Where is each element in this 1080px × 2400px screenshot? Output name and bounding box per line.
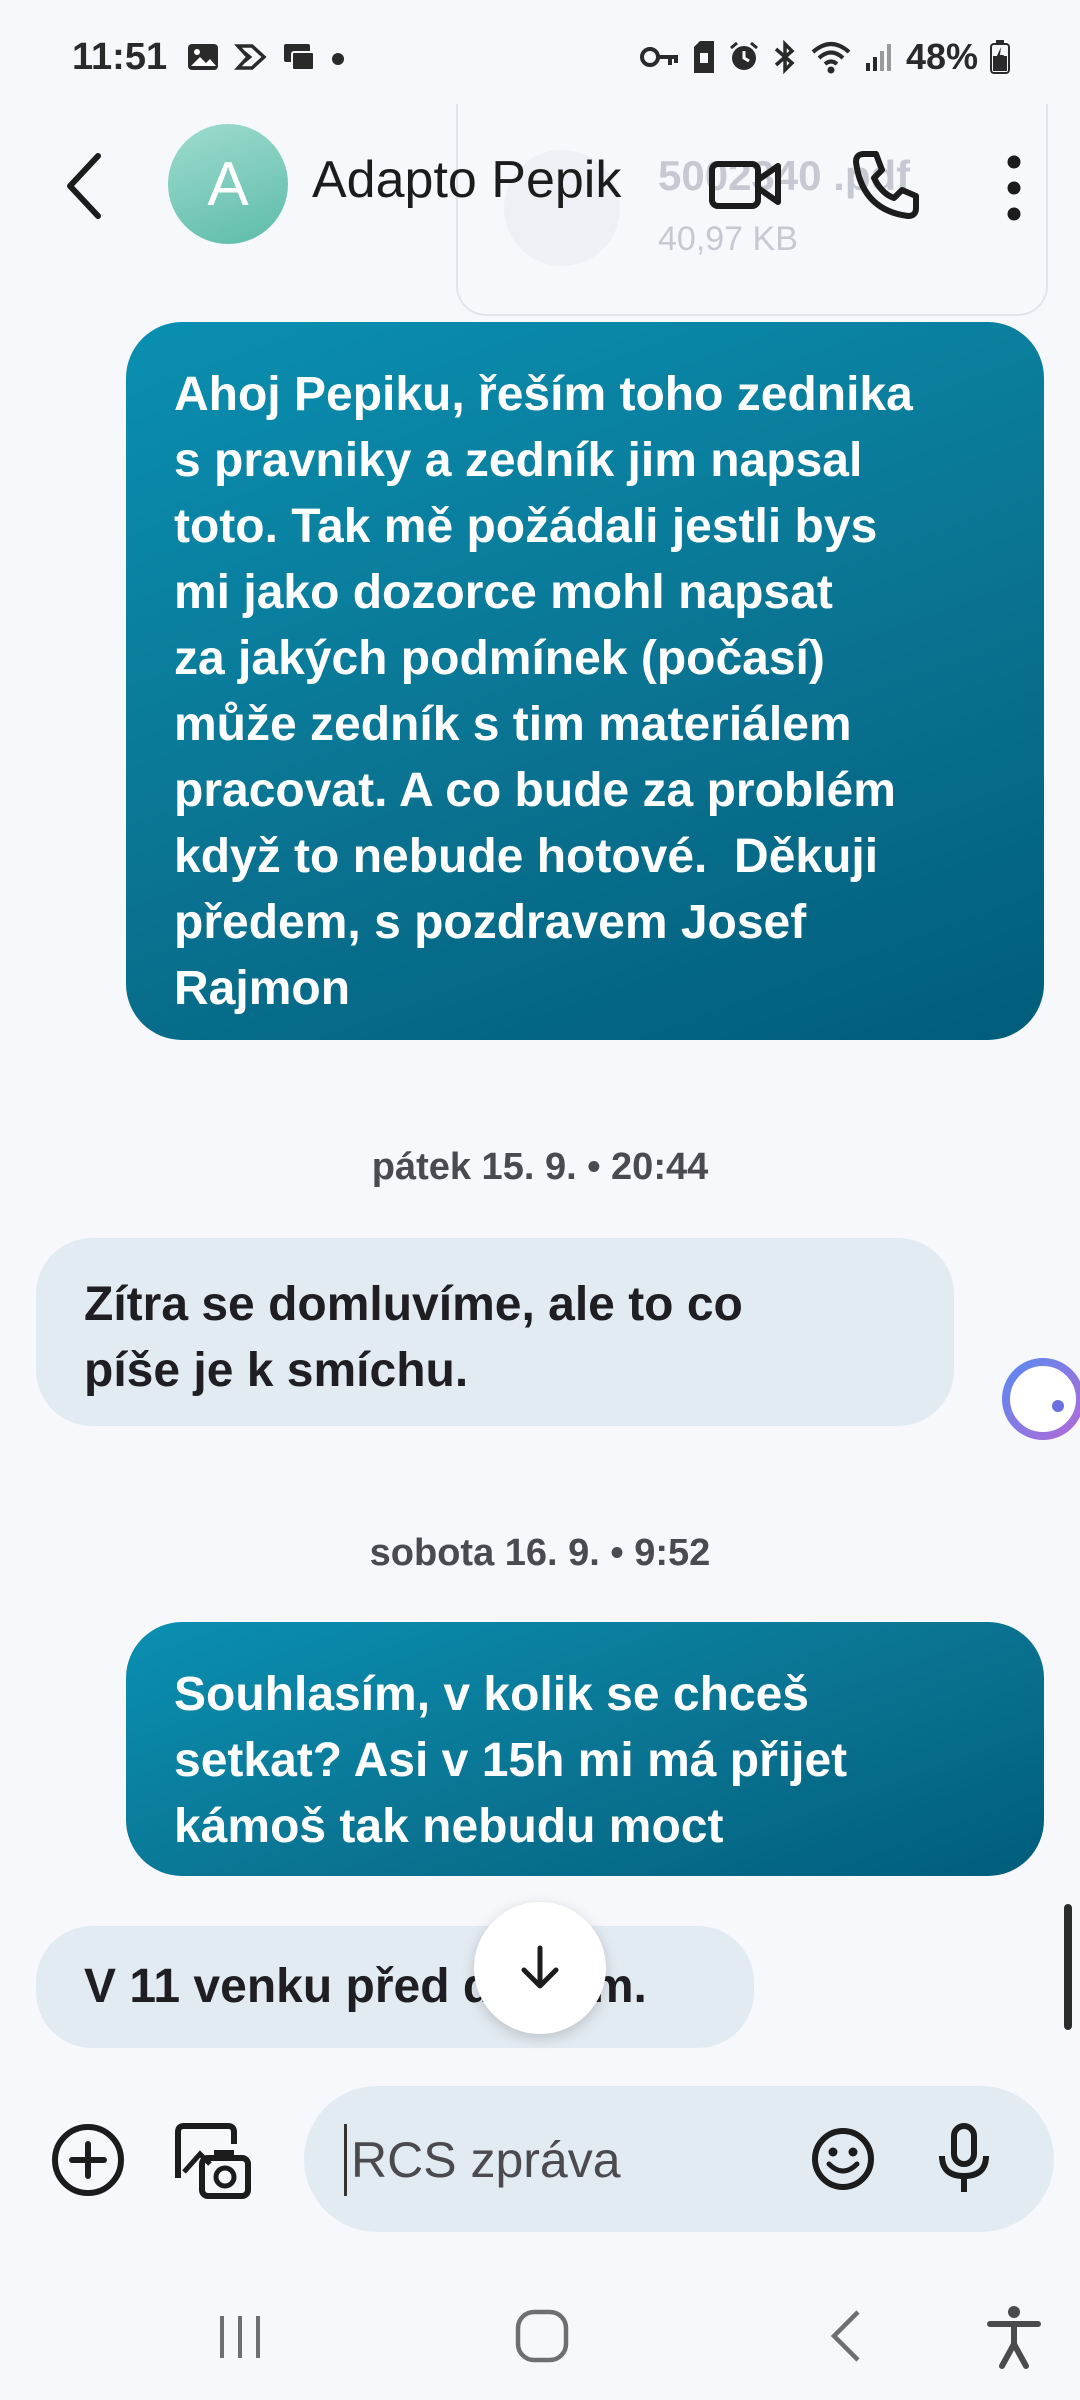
- date-separator: pátek 15. 9. • 20:44: [371, 1146, 709, 1188]
- nav-back-icon[interactable]: [824, 2306, 868, 2366]
- battery-percent: 48%: [905, 36, 978, 77]
- message-input[interactable]: [344, 2124, 793, 2196]
- signal-icon: [865, 44, 891, 71]
- accessibility-icon[interactable]: [984, 2304, 1044, 2370]
- message-line: kámoš tak nebudu moct: [174, 1800, 724, 1853]
- sim-icon: [693, 41, 714, 73]
- avatar[interactable]: A: [168, 124, 288, 244]
- conversation-header: A Adapto Pepik: [0, 120, 1080, 250]
- message-line: Rajmon: [174, 962, 351, 1015]
- video-call-icon[interactable]: [708, 152, 784, 216]
- message-bubble-outgoing[interactable]: Souhlasím, v kolik se chceš setkat? Asi …: [126, 1622, 1044, 1876]
- app-notification-icon: [234, 44, 267, 70]
- message-line: Souhlasím, v kolik se chceš: [174, 1668, 809, 1721]
- emoji-icon[interactable]: [810, 2126, 876, 2192]
- notification-icons: [186, 42, 346, 72]
- status-bar: 11:51 48%: [0, 0, 1080, 120]
- gallery-camera-icon[interactable]: [170, 2118, 254, 2202]
- message-line: setkat? Asi v 15h mi má přijet: [174, 1734, 848, 1787]
- message-line: za jakých podmínek (počasí): [174, 632, 825, 685]
- message-line: když to nebude hotové. Děkuji: [174, 830, 879, 883]
- message-line: předem, s pozdravem Josef: [174, 896, 807, 949]
- message-line: toto. Tak mě požádali jestli bys: [174, 500, 878, 553]
- message-line: Zítra se domluvíme, ale to co: [84, 1278, 743, 1331]
- message-line: V 11 venku před domem.: [84, 1960, 647, 2013]
- avatar-letter: A: [207, 149, 249, 219]
- key-icon: [639, 47, 678, 67]
- recent-apps-icon[interactable]: [210, 2312, 270, 2362]
- message-line: může zedník s tim materiálem: [174, 698, 852, 751]
- contact-name[interactable]: Adapto Pepik: [312, 150, 621, 210]
- back-arrow-icon[interactable]: [52, 148, 122, 224]
- floating-assistant-icon[interactable]: [1000, 1356, 1080, 1442]
- message-line: píše je k smíchu.: [84, 1344, 469, 1397]
- more-options-icon[interactable]: [994, 150, 1034, 226]
- battery-icon: [990, 40, 1010, 74]
- status-right-icons: 48%: [639, 36, 1010, 78]
- message-line: s pravniky a zedník jim napsal: [174, 434, 863, 487]
- arrow-down-icon: [521, 1945, 559, 1989]
- message-line: mi jako dozorce mohl napsat: [174, 566, 833, 619]
- multi-window-icon: [284, 44, 315, 71]
- message-line: pracovat. A co bude za problém: [174, 764, 896, 817]
- bluetooth-icon: [774, 40, 795, 74]
- status-time: 11:51: [72, 36, 168, 78]
- alarm-icon: [729, 41, 758, 70]
- scroll-to-bottom-button[interactable]: [474, 1902, 606, 2034]
- message-composer: [304, 2086, 1054, 2232]
- image-notification-icon: [188, 44, 218, 70]
- message-line: Ahoj Pepiku, řeším toho zednika: [174, 368, 913, 421]
- date-separator: sobota 16. 9. • 9:52: [369, 1532, 711, 1574]
- wifi-icon: [811, 42, 851, 74]
- message-bubble-outgoing[interactable]: Ahoj Pepiku, řeším toho zednika s pravni…: [126, 322, 1044, 1040]
- scrollbar[interactable]: [1064, 1904, 1072, 2030]
- message-bubble-incoming[interactable]: Zítra se domluvíme, ale to co píše je k …: [36, 1238, 954, 1426]
- phone-call-icon[interactable]: [850, 148, 922, 220]
- add-attachment-icon[interactable]: [48, 2120, 128, 2200]
- message-bubble-incoming[interactable]: V 11 venku před domem.: [36, 1926, 754, 2048]
- home-icon[interactable]: [512, 2306, 572, 2366]
- dot-icon: [332, 53, 344, 65]
- microphone-icon[interactable]: [934, 2122, 994, 2196]
